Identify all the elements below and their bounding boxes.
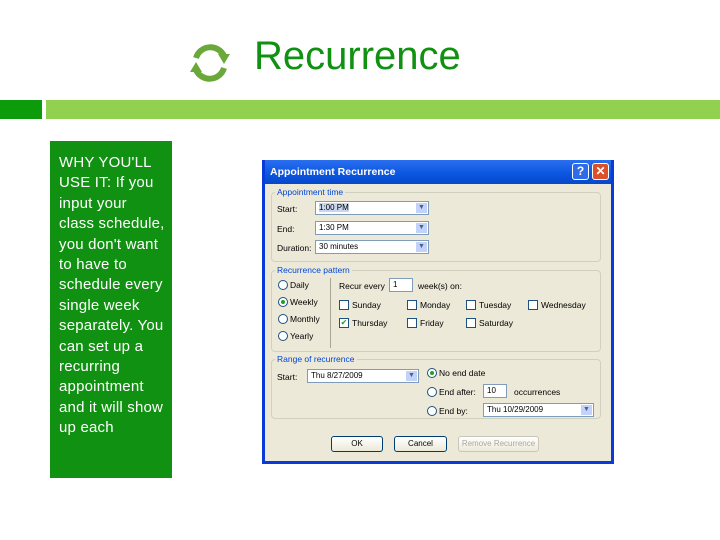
weekly-label: Weekly bbox=[290, 297, 318, 307]
start-time-label: Start: bbox=[277, 204, 298, 214]
yearly-label: Yearly bbox=[290, 331, 314, 341]
start-time-value: 1:00 PM bbox=[319, 203, 349, 212]
daily-label: Daily bbox=[290, 280, 309, 290]
weeks-on-label: week(s) on: bbox=[418, 281, 462, 291]
day-label: Thursday bbox=[352, 318, 388, 328]
recurrence-icon bbox=[190, 44, 230, 82]
accent-bar-light bbox=[46, 100, 720, 119]
chevron-down-icon: ▼ bbox=[416, 203, 427, 213]
end-after-radio[interactable] bbox=[427, 387, 437, 397]
chevron-down-icon: ▼ bbox=[416, 223, 427, 233]
yearly-radio[interactable] bbox=[278, 331, 288, 341]
recurrence-pattern-label: Recurrence pattern bbox=[275, 265, 352, 275]
remove-recurrence-button[interactable]: Remove Recurrence bbox=[458, 436, 539, 452]
checkbox-tuesday[interactable] bbox=[466, 300, 476, 310]
day-label: Friday bbox=[420, 318, 444, 328]
duration-label: Duration: bbox=[277, 243, 312, 253]
monthly-label: Monthly bbox=[290, 314, 320, 324]
side-note: WHY YOU'LL USE IT: If you input your cla… bbox=[50, 141, 172, 478]
checkbox-friday[interactable] bbox=[407, 318, 417, 328]
help-button[interactable]: ? bbox=[572, 163, 589, 180]
end-time-combo[interactable]: 1:30 PM ▼ bbox=[315, 221, 429, 235]
range-start-value: Thu 8/27/2009 bbox=[311, 371, 363, 380]
slide-title: Recurrence bbox=[254, 34, 461, 78]
end-by-value: Thu 10/29/2009 bbox=[487, 405, 544, 414]
occurrences-label: occurrences bbox=[514, 387, 561, 397]
ok-button[interactable]: OK bbox=[331, 436, 383, 452]
recur-every-label: Recur every bbox=[339, 281, 385, 291]
day-label: Wednesday bbox=[541, 300, 586, 310]
day-label: Tuesday bbox=[479, 300, 512, 310]
close-button[interactable]: ✕ bbox=[592, 163, 609, 180]
chevron-down-icon: ▼ bbox=[581, 405, 592, 415]
day-label: Saturday bbox=[479, 318, 514, 328]
checkbox-thursday[interactable]: ✔ bbox=[339, 318, 349, 328]
checkbox-monday[interactable] bbox=[407, 300, 417, 310]
dialog-title: Appointment Recurrence bbox=[270, 166, 396, 178]
appointment-recurrence-dialog: Appointment Recurrence ? ✕ Appointment t… bbox=[262, 160, 614, 464]
day-label: Sunday bbox=[352, 300, 381, 310]
start-time-combo[interactable]: 1:00 PM ▼ bbox=[315, 201, 429, 215]
range-label: Range of recurrence bbox=[275, 354, 357, 364]
chevron-down-icon: ▼ bbox=[406, 371, 417, 381]
end-time-value: 1:30 PM bbox=[319, 223, 349, 232]
chevron-down-icon: ▼ bbox=[416, 242, 427, 252]
day-label: Monday bbox=[420, 300, 451, 310]
end-after-label: End after: bbox=[439, 387, 476, 397]
monthly-radio[interactable] bbox=[278, 314, 288, 324]
no-end-date-radio[interactable] bbox=[427, 368, 437, 378]
no-end-date-label: No end date bbox=[439, 368, 486, 378]
dialog-titlebar: Appointment Recurrence ? ✕ bbox=[265, 160, 611, 184]
end-by-radio[interactable] bbox=[427, 406, 437, 416]
duration-value: 30 minutes bbox=[319, 242, 359, 251]
recur-interval-input[interactable]: 1 bbox=[389, 278, 413, 292]
appointment-time-label: Appointment time bbox=[275, 187, 346, 197]
duration-combo[interactable]: 30 minutes ▼ bbox=[315, 240, 429, 254]
checkbox-sunday[interactable] bbox=[339, 300, 349, 310]
daily-radio[interactable] bbox=[278, 280, 288, 290]
end-time-label: End: bbox=[277, 224, 295, 234]
pattern-divider bbox=[330, 278, 331, 348]
end-by-combo[interactable]: Thu 10/29/2009 ▼ bbox=[483, 403, 594, 417]
range-start-combo[interactable]: Thu 8/27/2009 ▼ bbox=[307, 369, 419, 383]
checkbox-saturday[interactable] bbox=[466, 318, 476, 328]
checkbox-wednesday[interactable] bbox=[528, 300, 538, 310]
dialog-body: Appointment time Start: 1:00 PM ▼ End: 1:… bbox=[265, 184, 611, 461]
cancel-button[interactable]: Cancel bbox=[394, 436, 447, 452]
range-start-label: Start: bbox=[277, 372, 298, 382]
weekly-radio[interactable] bbox=[278, 297, 288, 307]
accent-bar-dark bbox=[0, 100, 42, 119]
occurrences-input[interactable]: 10 bbox=[483, 384, 507, 398]
end-by-label: End by: bbox=[439, 406, 468, 416]
